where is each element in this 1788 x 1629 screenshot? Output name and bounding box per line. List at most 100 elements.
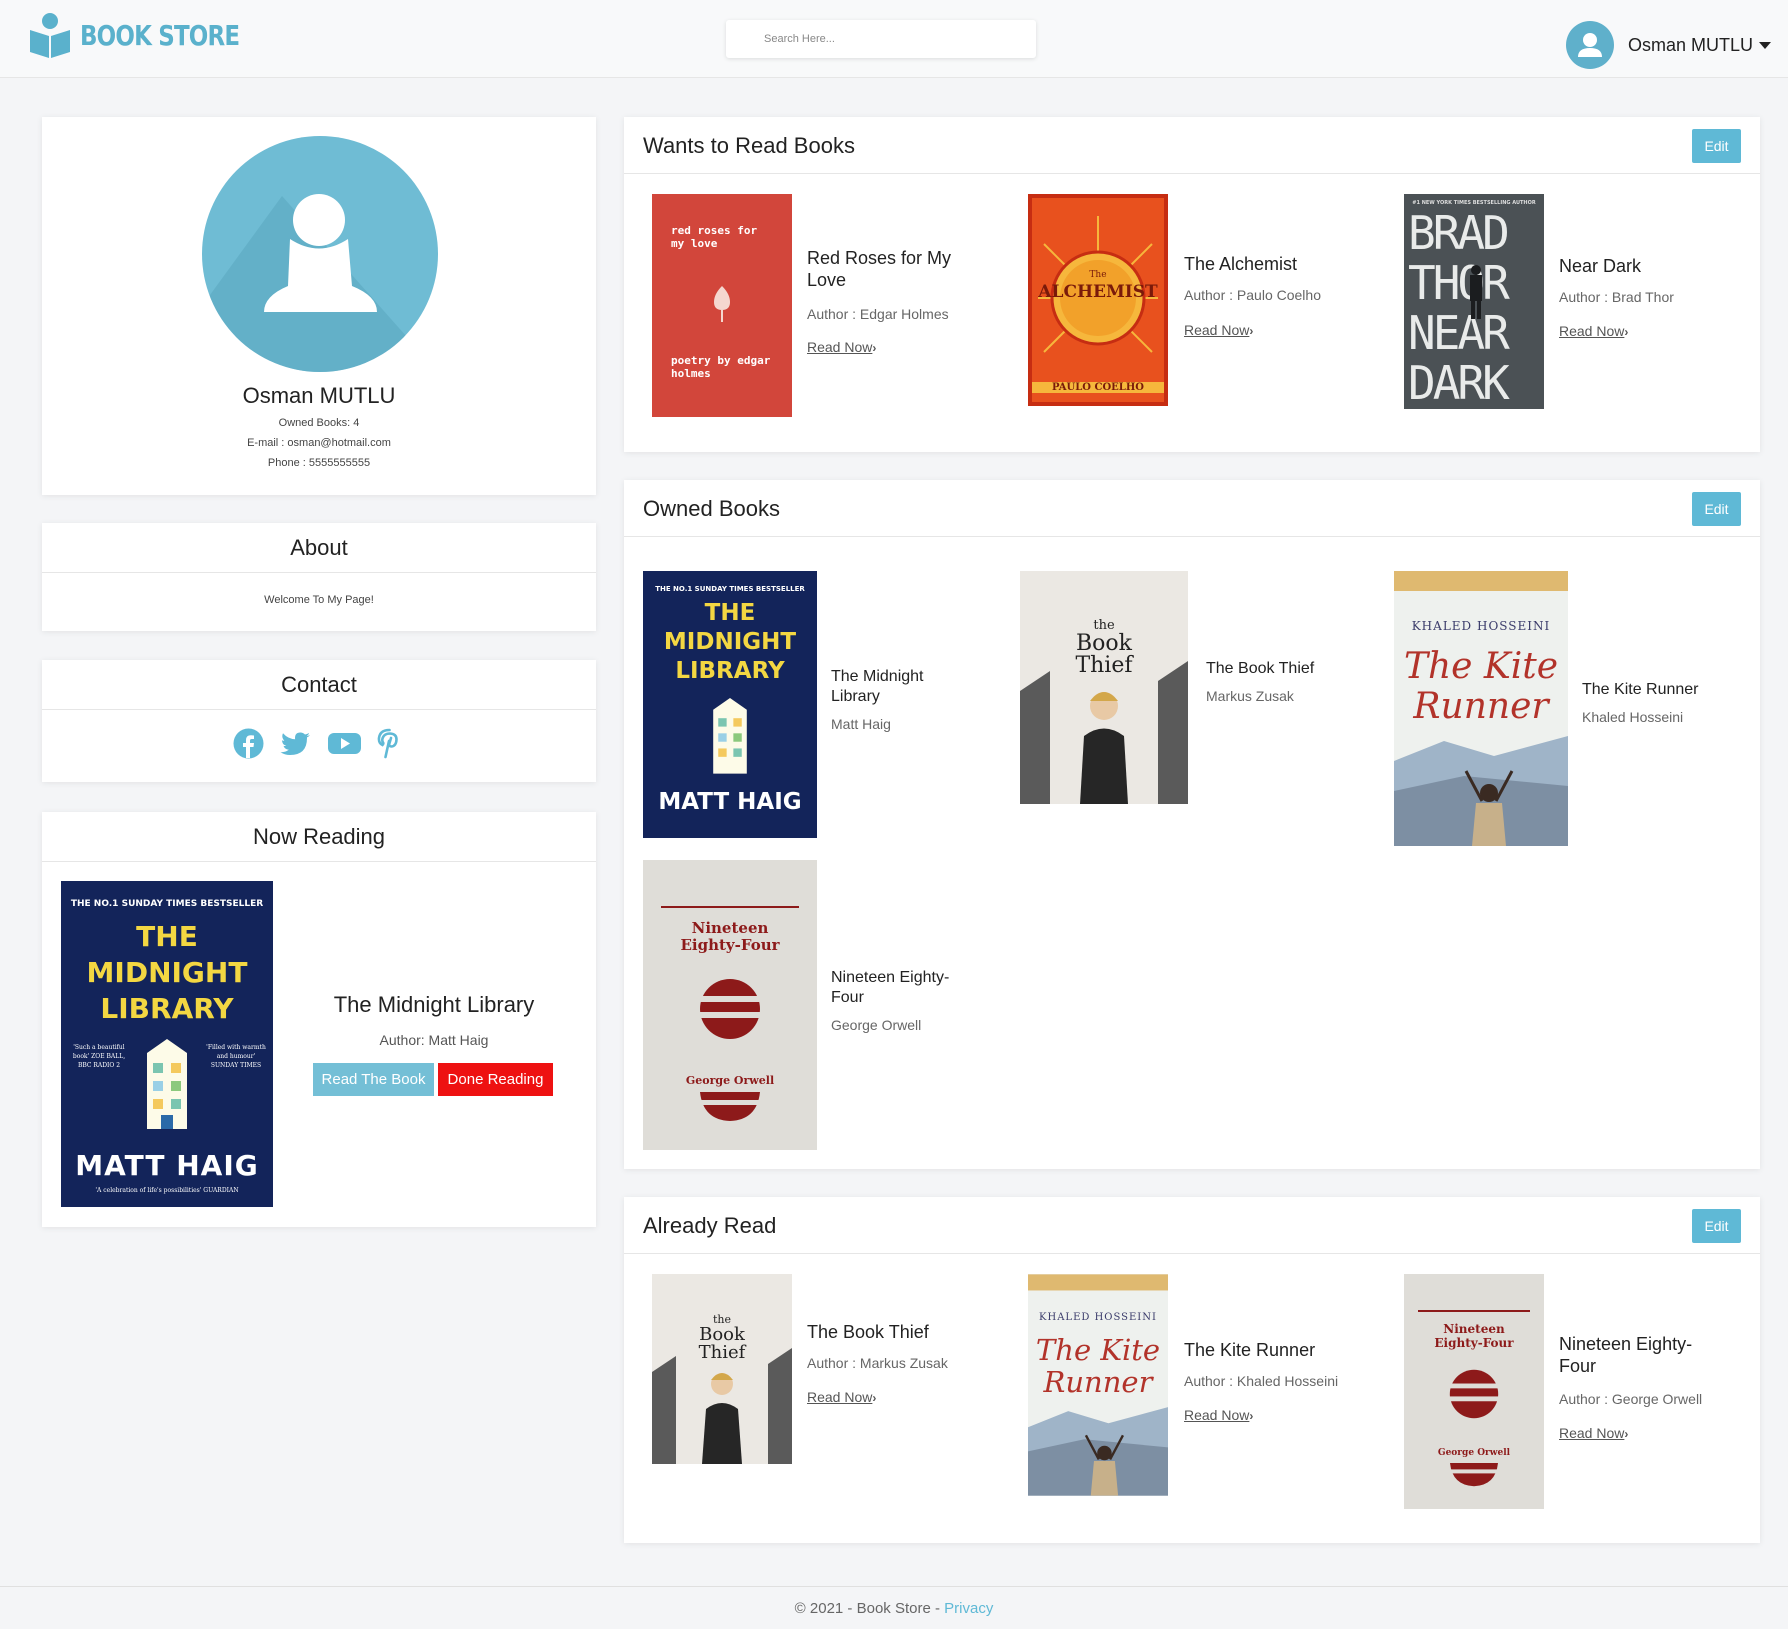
book-cover[interactable]: red roses for my love poetry by edgar ho… (652, 194, 792, 417)
done-reading-button[interactable]: Done Reading (438, 1063, 553, 1096)
chevron-right-icon: › (1249, 324, 1254, 338)
book-cover[interactable]: KHALED HOSSEINI The Kite Runner (1394, 571, 1568, 846)
cover-title: Nineteen Eighty-Four (680, 919, 780, 954)
panel-title: Owned Books (643, 496, 780, 521)
read-now-link[interactable]: Read Now› (1559, 1425, 1628, 1441)
cover-author: poetry by edgar holmes (671, 354, 771, 380)
book-title: Nineteen Eighty-Four (831, 969, 950, 1006)
user-menu[interactable]: Osman MUTLU (1566, 21, 1772, 69)
book-author: Author : Brad Thor (1559, 289, 1674, 305)
cover-title: Nineteen Eighty-Four (1434, 1322, 1514, 1350)
logo[interactable]: BOOK STORE (28, 12, 274, 58)
user-name: Osman MUTLU (1628, 34, 1754, 55)
facebook-icon[interactable] (233, 728, 264, 759)
book-author: Matt Haig (831, 716, 891, 732)
book-title: The Book Thief (807, 1322, 929, 1342)
owned-books-count: Owned Books: 4 (278, 417, 360, 429)
logo-text: BOOK STORE (80, 18, 240, 52)
now-reading-card: Now Reading THE NO.1 SUNDAY TIMES BESTSE… (42, 812, 596, 1227)
book-author: Author : Paulo Coelho (1184, 287, 1321, 303)
book-cover[interactable]: the Book Thief (652, 1274, 792, 1464)
chevron-right-icon: › (1624, 1427, 1629, 1441)
copyright-text: © 2021 - Book Store - (794, 1600, 945, 1617)
book-title: Red Roses for My Love (807, 248, 952, 290)
book-cover[interactable]: Nineteen Eighty-Four George Orwell (643, 860, 817, 1150)
pinterest-icon[interactable] (374, 728, 405, 759)
panel-title: Wants to Read Books (643, 133, 855, 158)
contact-title: Contact (42, 660, 596, 710)
cover-top-text: THE NO.1 SUNDAY TIMES BESTSELLER (655, 585, 805, 593)
top-navbar: BOOK STORE Osman MUTLU (0, 0, 1788, 78)
cover-quote-right: 'Filled with warmth and humour' SUNDAY T… (206, 1044, 266, 1069)
cover-small-text: The (1089, 270, 1107, 280)
read-the-book-button[interactable]: Read The Book (313, 1063, 434, 1096)
wants-to-read-panel: Wants to Read Books Edit red roses for m… (624, 117, 1760, 452)
book-title: The Alchemist (1184, 254, 1298, 274)
read-now-link[interactable]: Read Now› (807, 1389, 876, 1405)
edit-button[interactable]: Edit (1692, 492, 1741, 526)
cover-author: MATT HAIG (658, 789, 802, 815)
read-now-link[interactable]: Read Now› (1184, 322, 1253, 338)
cover-title: The Kite Runner (1035, 1333, 1161, 1399)
book-author: George Orwell (831, 1017, 922, 1033)
privacy-link[interactable]: Privacy (944, 1600, 993, 1617)
cover-title: the Book Thief (1075, 618, 1133, 678)
contact-card: Contact (42, 660, 596, 782)
cover-title: ALCHEMIST (1038, 282, 1158, 302)
book-author: Khaled Hosseini (1582, 709, 1684, 725)
now-reading-author: Author: Matt Haig (379, 1032, 489, 1048)
twitter-icon[interactable] (280, 728, 311, 759)
profile-avatar (202, 136, 438, 372)
book-title: The Kite Runner (1184, 1340, 1316, 1360)
book-cover[interactable]: THE NO.1 SUNDAY TIMES BESTSELLER THE MID… (643, 571, 817, 838)
book-title: The Kite Runner (1582, 681, 1699, 698)
panel-header: Wants to Read Books Edit (624, 117, 1760, 174)
chevron-right-icon: › (1249, 1409, 1254, 1423)
book-title: The Midnight Library (831, 668, 924, 705)
now-reading-cover[interactable]: THE NO.1 SUNDAY TIMES BESTSELLER THE MID… (61, 881, 273, 1207)
read-now-link[interactable]: Read Now› (1559, 323, 1628, 339)
book-author: Author : Khaled Hosseini (1184, 1373, 1339, 1389)
now-reading-book-title: The Midnight Library (333, 992, 535, 1017)
cover-title: the Book Thief (698, 1313, 746, 1363)
about-card: About Welcome To My Page! (42, 523, 596, 631)
about-title: About (42, 523, 596, 573)
profile-name: Osman MUTLU (242, 383, 396, 408)
panel-header: Already Read Edit (624, 1197, 1760, 1254)
profile-phone: Phone : 5555555555 (267, 457, 371, 469)
cover-quote-left: 'Such a beautiful book' ZOE BALL, BBC RA… (72, 1044, 126, 1069)
book-title: The Book Thief (1206, 660, 1315, 677)
book-author: Author : Markus Zusak (807, 1355, 948, 1371)
youtube-icon[interactable] (327, 728, 361, 759)
owned-books-panel: Owned Books Edit THE NO.1 SUNDAY TIMES B… (624, 480, 1760, 1169)
read-now-link[interactable]: Read Now› (1184, 1407, 1253, 1423)
book-cover[interactable]: Nineteen Eighty-Four George Orwell (1404, 1274, 1544, 1509)
book-cover[interactable]: The ALCHEMIST PAULO COELHO (1028, 194, 1168, 406)
book-reader-icon (28, 12, 72, 58)
cover-author: George Orwell (685, 1074, 775, 1087)
book-title: Near Dark (1559, 256, 1642, 276)
book-cover[interactable]: KHALED HOSSEINI The Kite Runner (1028, 1274, 1168, 1496)
panel-header: Owned Books Edit (624, 480, 1760, 537)
chevron-right-icon: › (872, 1391, 877, 1405)
edit-button[interactable]: Edit (1692, 129, 1741, 163)
book-cover[interactable]: #1 NEW YORK TIMES BESTSELLING AUTHOR BRA… (1404, 194, 1544, 409)
caret-down-icon (1759, 41, 1772, 49)
cover-title: THE MIDNIGHT LIBRARY (663, 600, 797, 684)
now-reading-title: Now Reading (42, 812, 596, 862)
social-links (42, 728, 596, 759)
profile-email: E-mail : osman@hotmail.com (247, 437, 391, 449)
book-author: Author : Edgar Holmes (807, 306, 949, 322)
read-now-link[interactable]: Read Now› (807, 339, 876, 355)
chevron-right-icon: › (1624, 325, 1629, 339)
cover-author: George Orwell (1437, 1448, 1511, 1458)
search-input[interactable] (726, 20, 1036, 58)
chevron-right-icon: › (872, 341, 877, 355)
cover-author: PAULO COELHO (1032, 382, 1164, 393)
book-author: Author : George Orwell (1559, 1391, 1703, 1407)
book-cover[interactable]: the Book Thief (1020, 571, 1188, 804)
already-read-panel: Already Read Edit the Book Thief The Boo… (624, 1197, 1760, 1543)
cover-tagline: 'A celebration of life's possibilities' … (95, 1187, 239, 1194)
edit-button[interactable]: Edit (1692, 1209, 1741, 1243)
cover-author: KHALED HOSSEINI (1411, 619, 1551, 633)
